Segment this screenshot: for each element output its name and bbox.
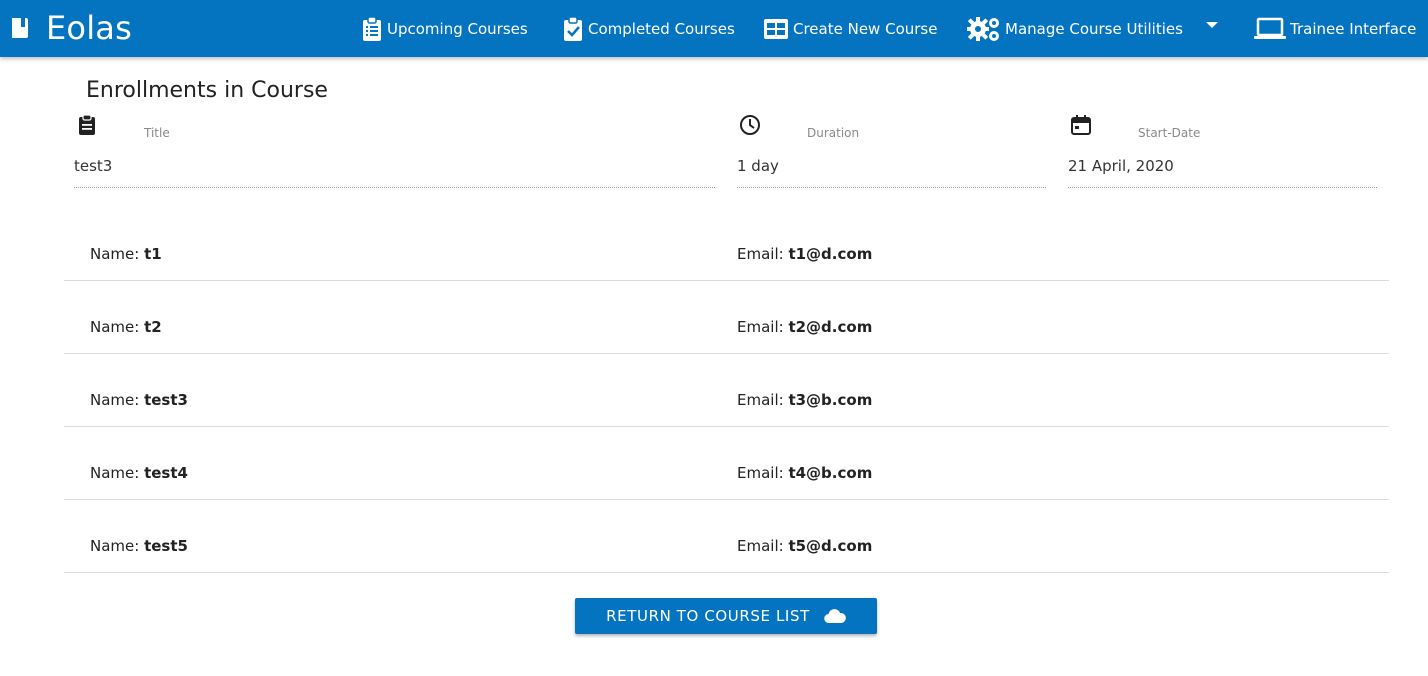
email-prefix: Email:: [737, 318, 789, 336]
enrollment-name: Name: t2: [90, 318, 162, 336]
name-prefix: Name:: [90, 318, 145, 336]
top-navbar: Eolas Upcoming Courses Completed Courses…: [0, 0, 1428, 57]
enrollment-email: Email: t2@d.com: [737, 318, 872, 336]
enrollment-row: Name: t1 Email: t1@d.com: [64, 208, 1389, 281]
laptop-icon: [1254, 17, 1286, 39]
enrollment-email: Email: t5@d.com: [737, 537, 872, 555]
chevron-down-icon[interactable]: [1206, 22, 1218, 28]
name-value: test4: [144, 464, 188, 482]
email-prefix: Email:: [737, 537, 789, 555]
name-value: t1: [144, 245, 162, 263]
enrollment-email: Email: t4@b.com: [737, 464, 872, 482]
name-prefix: Name:: [90, 537, 145, 555]
email-value: t1@d.com: [788, 245, 873, 263]
nav-completed-label: Completed Courses: [588, 19, 735, 38]
nav-trainee-label: Trainee Interface: [1290, 19, 1417, 38]
clipboard-icon: [79, 114, 95, 135]
nav-upcoming-courses[interactable]: Upcoming Courses: [361, 0, 528, 57]
title-value: test3: [74, 157, 113, 175]
course-title-field[interactable]: Title test3: [74, 112, 715, 188]
return-button-label: RETURN TO COURSE LIST: [606, 607, 810, 625]
enrollment-list: Name: t1 Email: t1@d.com Name: t2 Email: t2…: [64, 208, 1389, 573]
enrollment-name: Name: test4: [90, 464, 188, 482]
book-icon: [12, 18, 28, 38]
brand-name: Eolas: [46, 9, 132, 47]
enrollment-row: Name: t2 Email: t2@d.com: [64, 281, 1389, 354]
email-prefix: Email:: [737, 464, 789, 482]
enrollment-row: Name: test3 Email: t3@b.com: [64, 354, 1389, 427]
nav-upcoming-label: Upcoming Courses: [387, 19, 528, 38]
start-date-value: 21 April, 2020: [1068, 157, 1174, 175]
enrollment-email: Email: t3@b.com: [737, 391, 872, 409]
nav-trainee-interface[interactable]: Trainee Interface: [1254, 0, 1416, 57]
enrollment-email: Email: t1@d.com: [737, 245, 872, 263]
email-value: t2@d.com: [788, 318, 873, 336]
clipboard-list-icon: [363, 15, 381, 41]
page-title: Enrollments in Course: [86, 78, 328, 103]
cloud-icon: [824, 609, 846, 624]
start-date-label: Start-Date: [1138, 126, 1201, 140]
name-prefix: Name:: [90, 464, 145, 482]
email-value: t4@b.com: [788, 464, 873, 482]
nav-manage-utilities[interactable]: Manage Course Utilities: [967, 0, 1183, 57]
enrollment-row: Name: test4 Email: t4@b.com: [64, 427, 1389, 500]
email-prefix: Email:: [737, 391, 789, 409]
enrollment-name: Name: test3: [90, 391, 188, 409]
gears-icon: [967, 16, 999, 41]
enrollment-name: Name: test5: [90, 537, 188, 555]
clock-icon: [740, 115, 760, 135]
email-value: t5@d.com: [788, 537, 873, 555]
name-value: test3: [144, 391, 188, 409]
enrollment-name: Name: t1: [90, 245, 162, 263]
clipboard-check-icon: [564, 15, 582, 41]
email-value: t3@b.com: [788, 391, 873, 409]
name-value: test5: [144, 537, 188, 555]
name-value: t2: [144, 318, 162, 336]
course-duration-field[interactable]: Duration 1 day: [737, 112, 1046, 188]
name-prefix: Name:: [90, 391, 145, 409]
course-start-date-field[interactable]: Start-Date 21 April, 2020: [1068, 112, 1377, 188]
title-label: Title: [144, 126, 170, 140]
table-icon: [764, 18, 788, 39]
name-prefix: Name:: [90, 245, 145, 263]
return-to-course-list-button[interactable]: RETURN TO COURSE LIST: [575, 598, 877, 634]
nav-completed-courses[interactable]: Completed Courses: [562, 0, 735, 57]
duration-value: 1 day: [737, 157, 779, 175]
nav-manage-label: Manage Course Utilities: [1005, 19, 1183, 38]
nav-create-label: Create New Course: [793, 19, 938, 38]
enrollment-row: Name: test5 Email: t5@d.com: [64, 500, 1389, 573]
email-prefix: Email:: [737, 245, 789, 263]
duration-label: Duration: [807, 126, 860, 140]
calendar-icon: [1071, 115, 1091, 135]
nav-create-course[interactable]: Create New Course: [763, 0, 937, 57]
brand-link[interactable]: Eolas: [10, 6, 132, 50]
